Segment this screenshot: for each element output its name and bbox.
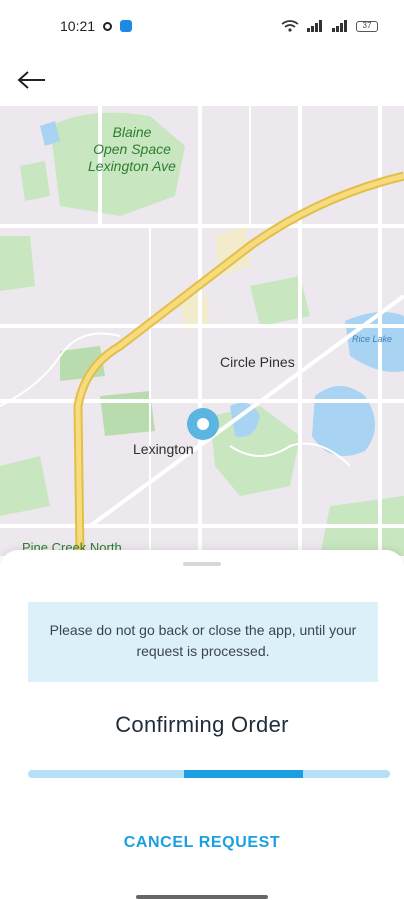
- map-label-park: Blaine Open Space Lexington Ave: [88, 124, 176, 175]
- status-time: 10:21: [60, 18, 96, 34]
- current-location-marker[interactable]: [187, 408, 219, 440]
- sheet-drag-handle[interactable]: [183, 562, 221, 566]
- notice-text: Please do not go back or close the app, …: [49, 622, 357, 659]
- map-label-park-text: Blaine Open Space Lexington Ave: [88, 124, 176, 174]
- park-area: [0, 456, 50, 516]
- park-area: [20, 161, 50, 201]
- camera-dot-icon: [103, 21, 113, 31]
- back-button[interactable]: [14, 62, 50, 98]
- gesture-nav-bar[interactable]: [136, 895, 268, 899]
- status-right: 37: [281, 20, 378, 32]
- location-marker-center: [197, 418, 209, 430]
- map-label-lexington: Lexington: [133, 441, 194, 457]
- park-area: [100, 391, 155, 436]
- signal-icon-2: [332, 20, 347, 32]
- map-view[interactable]: Blaine Open Space Lexington Ave Circle P…: [0, 106, 404, 556]
- notice-box: Please do not go back or close the app, …: [28, 602, 378, 682]
- signal-icon: [307, 20, 322, 32]
- map-graphic: [0, 106, 404, 556]
- top-bar: [0, 52, 404, 106]
- battery-icon: 37: [356, 20, 378, 32]
- status-left: 10:21: [60, 18, 133, 34]
- map-label-circle-pines: Circle Pines: [220, 354, 295, 370]
- park-area: [0, 236, 35, 291]
- bottom-sheet: Please do not go back or close the app, …: [0, 550, 404, 900]
- status-bar: 10:21 37: [0, 0, 404, 52]
- cancel-request-button[interactable]: CANCEL REQUEST: [0, 834, 404, 852]
- app-badge-icon: [120, 20, 133, 32]
- order-status-title: Confirming Order: [115, 712, 289, 737]
- progress-indicator: [183, 770, 304, 778]
- wifi-icon: [281, 20, 299, 32]
- map-label-rice-lake: Rice Lake: [352, 334, 393, 344]
- progress-bar: [28, 770, 390, 778]
- arrow-left-icon: [17, 71, 45, 89]
